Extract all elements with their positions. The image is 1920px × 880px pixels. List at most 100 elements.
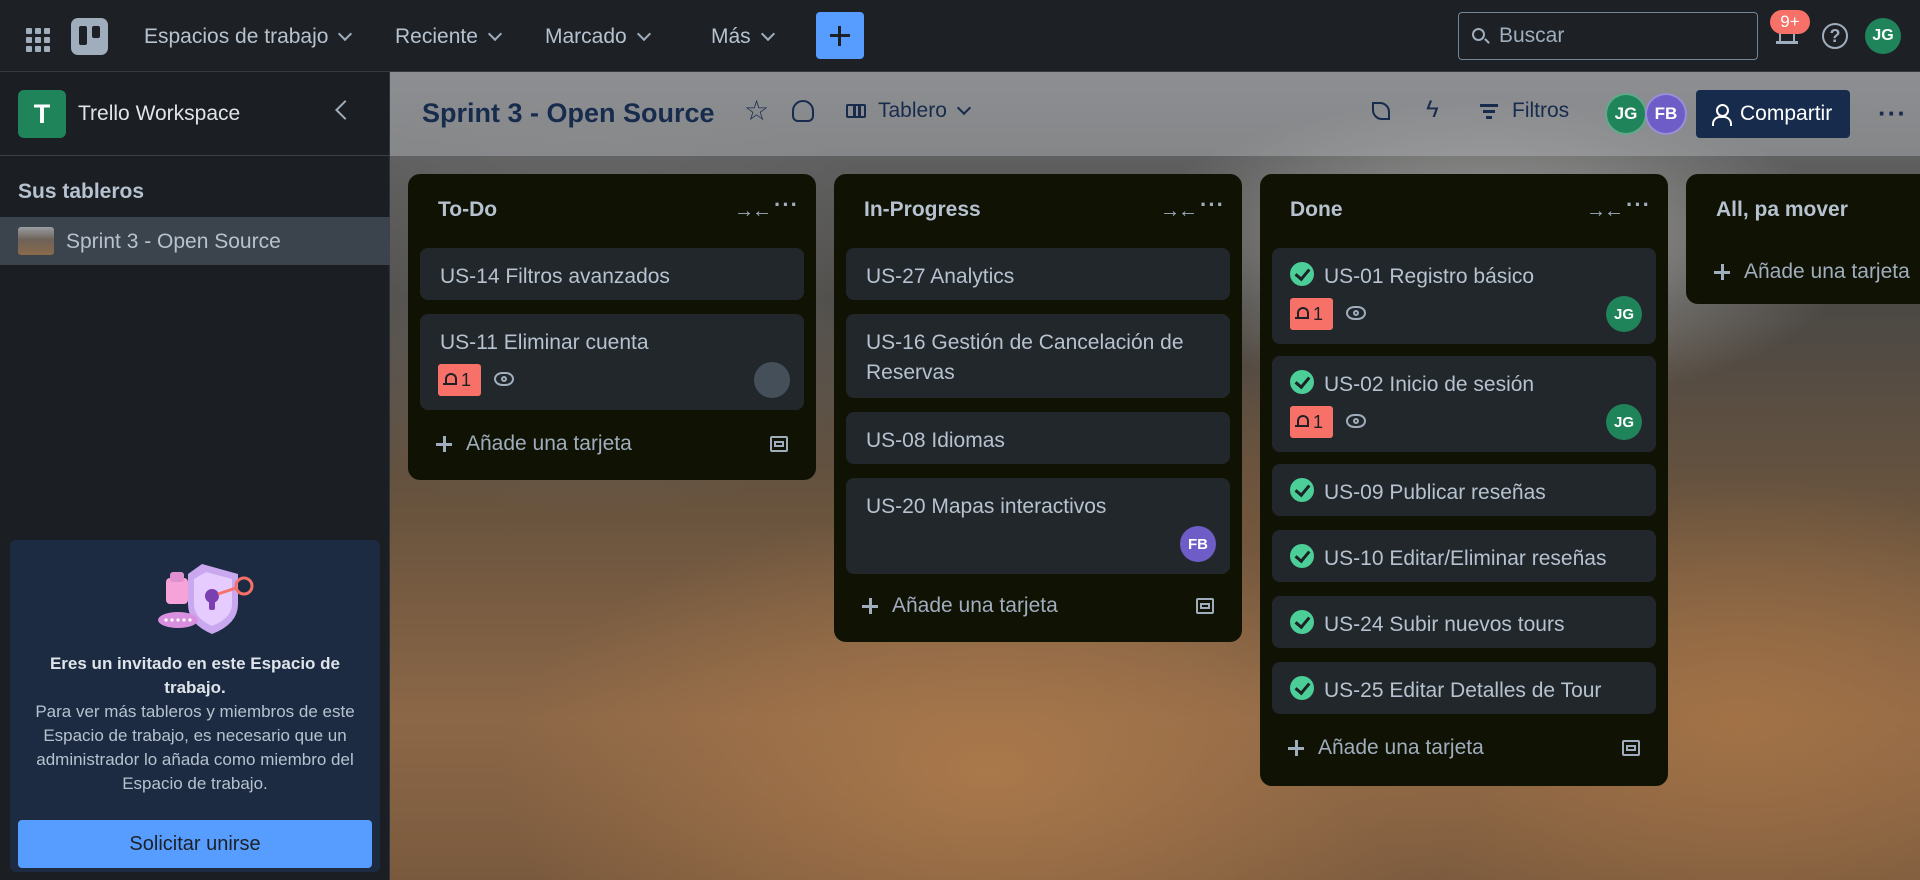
- nav-starred-label: Marcado: [545, 25, 627, 48]
- card-title: US-01 Registro básico: [1324, 265, 1535, 288]
- collapse-list-icon[interactable]: →←: [1586, 200, 1624, 223]
- chevron-down-icon: [760, 26, 775, 42]
- add-person-icon: [1712, 104, 1732, 126]
- card-title: US-08 Idiomas: [866, 429, 1005, 452]
- nav-recent-menu[interactable]: Reciente: [395, 20, 502, 54]
- list-title[interactable]: To-Do: [438, 198, 497, 222]
- card-member-avatar[interactable]: JG: [1606, 404, 1642, 440]
- trello-logo[interactable]: [71, 18, 108, 55]
- workspace-name[interactable]: Trello Workspace: [78, 102, 240, 126]
- card-template-icon[interactable]: [770, 436, 788, 452]
- search-input[interactable]: Buscar: [1458, 12, 1758, 60]
- notification-badge: 1: [1290, 298, 1333, 330]
- card[interactable]: US-11 Eliminar cuenta 1: [420, 314, 804, 410]
- board-title[interactable]: Sprint 3 - Open Source: [422, 98, 715, 129]
- top-navigation-bar: Espacios de trabajo Reciente Marcado Más…: [0, 0, 1920, 72]
- add-card-button[interactable]: Añade una tarjeta: [1714, 256, 1910, 288]
- collapse-list-icon[interactable]: →←: [1160, 200, 1198, 223]
- automation-icon[interactable]: ϟ: [1426, 96, 1439, 124]
- search-icon: [1472, 28, 1485, 41]
- view-switcher[interactable]: Tablero: [846, 94, 971, 128]
- complete-check-icon[interactable]: [1290, 676, 1314, 700]
- sidebar-board-label: Sprint 3 - Open Source: [66, 230, 281, 253]
- filters-button[interactable]: Filtros: [1480, 94, 1569, 128]
- card-member-avatar[interactable]: JG: [1606, 296, 1642, 332]
- invite-title: Eres un invitado en este Espacio de trab…: [49, 654, 341, 697]
- card-template-icon[interactable]: [1196, 598, 1214, 614]
- notification-badge: 1: [1290, 406, 1333, 438]
- plus-icon: [862, 598, 878, 614]
- card[interactable]: US-14 Filtros avanzados: [420, 248, 804, 300]
- nav-workspaces-menu[interactable]: Espacios de trabajo: [144, 20, 353, 54]
- add-card-button[interactable]: Añade una tarjeta: [862, 590, 1058, 622]
- card[interactable]: US-09 Publicar reseñas: [1272, 464, 1656, 516]
- add-card-label: Añade una tarjeta: [1744, 260, 1910, 283]
- board-menu-icon[interactable]: ···: [1878, 98, 1907, 129]
- filter-icon: [1480, 104, 1498, 119]
- badge-count: 1: [1313, 411, 1324, 432]
- notification-count-badge[interactable]: 9+: [1770, 10, 1810, 34]
- visibility-icon[interactable]: [792, 100, 814, 122]
- list-actions-icon[interactable]: ···: [1626, 192, 1651, 218]
- list-actions-icon[interactable]: ···: [774, 192, 799, 218]
- card[interactable]: US-10 Editar/Eliminar reseñas: [1272, 530, 1656, 582]
- collapse-sidebar-icon[interactable]: [335, 100, 355, 120]
- card[interactable]: US-16 Gestión de Cancelación de Reservas: [846, 314, 1230, 398]
- star-icon[interactable]: ☆: [744, 97, 769, 125]
- add-card-button[interactable]: Añade una tarjeta: [1288, 732, 1484, 764]
- list-column: In-Progress →← ··· US-27 Analytics US-16…: [834, 174, 1242, 642]
- add-card-button[interactable]: Añade una tarjeta: [436, 428, 632, 460]
- view-label: Tablero: [878, 99, 947, 122]
- board-thumbnail: [18, 227, 54, 255]
- card-title: US-25 Editar Detalles de Tour: [1324, 679, 1602, 702]
- nav-more-menu[interactable]: Más: [711, 20, 775, 54]
- nav-more-label: Más: [711, 25, 751, 48]
- power-ups-icon[interactable]: [1372, 102, 1390, 120]
- help-icon[interactable]: ?: [1822, 23, 1848, 49]
- complete-check-icon[interactable]: [1290, 544, 1314, 568]
- chevron-down-icon: [487, 26, 502, 42]
- account-avatar[interactable]: JG: [1865, 18, 1901, 54]
- card-template-icon[interactable]: [1622, 740, 1640, 756]
- workspace-header: T Trello Workspace: [0, 72, 390, 156]
- request-join-button[interactable]: Solicitar unirse: [18, 820, 372, 868]
- plus-icon: [436, 436, 452, 452]
- notification-badge: 1: [438, 364, 481, 396]
- share-button[interactable]: Compartir: [1696, 90, 1850, 138]
- create-button[interactable]: [816, 12, 864, 59]
- list-title[interactable]: All, pa mover: [1716, 198, 1848, 222]
- guest-lock-illustration: [158, 564, 254, 634]
- card-member-avatar[interactable]: FB: [1180, 526, 1216, 562]
- chevron-down-icon: [636, 26, 651, 42]
- list-title[interactable]: Done: [1290, 198, 1343, 222]
- nav-starred-menu[interactable]: Marcado: [545, 20, 651, 54]
- plus-icon: [1288, 740, 1304, 756]
- card-title: US-20 Mapas interactivos: [866, 495, 1107, 518]
- complete-check-icon[interactable]: [1290, 262, 1314, 286]
- card[interactable]: US-02 Inicio de sesión 1 JG: [1272, 356, 1656, 452]
- invite-description: Para ver más tableros y miembros de este…: [35, 702, 355, 793]
- board-member-avatar[interactable]: FB: [1645, 93, 1687, 135]
- nav-recent-label: Reciente: [395, 25, 478, 48]
- complete-check-icon[interactable]: [1290, 610, 1314, 634]
- card[interactable]: US-08 Idiomas: [846, 412, 1230, 464]
- card-title: US-27 Analytics: [866, 265, 1015, 288]
- collapse-list-icon[interactable]: →←: [734, 200, 772, 223]
- list-title[interactable]: In-Progress: [864, 198, 981, 222]
- card[interactable]: US-20 Mapas interactivos FB: [846, 478, 1230, 574]
- card-title: US-11 Eliminar cuenta: [440, 331, 649, 354]
- complete-check-icon[interactable]: [1290, 370, 1314, 394]
- list-actions-icon[interactable]: ···: [1200, 192, 1225, 218]
- add-card-label: Añade una tarjeta: [892, 594, 1058, 617]
- card[interactable]: US-25 Editar Detalles de Tour: [1272, 662, 1656, 714]
- card[interactable]: US-01 Registro básico 1 JG: [1272, 248, 1656, 344]
- card[interactable]: US-27 Analytics: [846, 248, 1230, 300]
- board-header: Sprint 3 - Open Source ☆ Tablero ϟ Filtr…: [390, 72, 1920, 156]
- sidebar-item-board[interactable]: Sprint 3 - Open Source: [0, 217, 390, 265]
- app-switcher-icon[interactable]: [20, 22, 52, 54]
- card[interactable]: US-24 Subir nuevos tours: [1272, 596, 1656, 648]
- board-member-avatar[interactable]: JG: [1605, 93, 1647, 135]
- list-column: Done →← ··· US-01 Registro básico 1 JG U…: [1260, 174, 1668, 786]
- complete-check-icon[interactable]: [1290, 478, 1314, 502]
- bell-icon: [1295, 306, 1309, 322]
